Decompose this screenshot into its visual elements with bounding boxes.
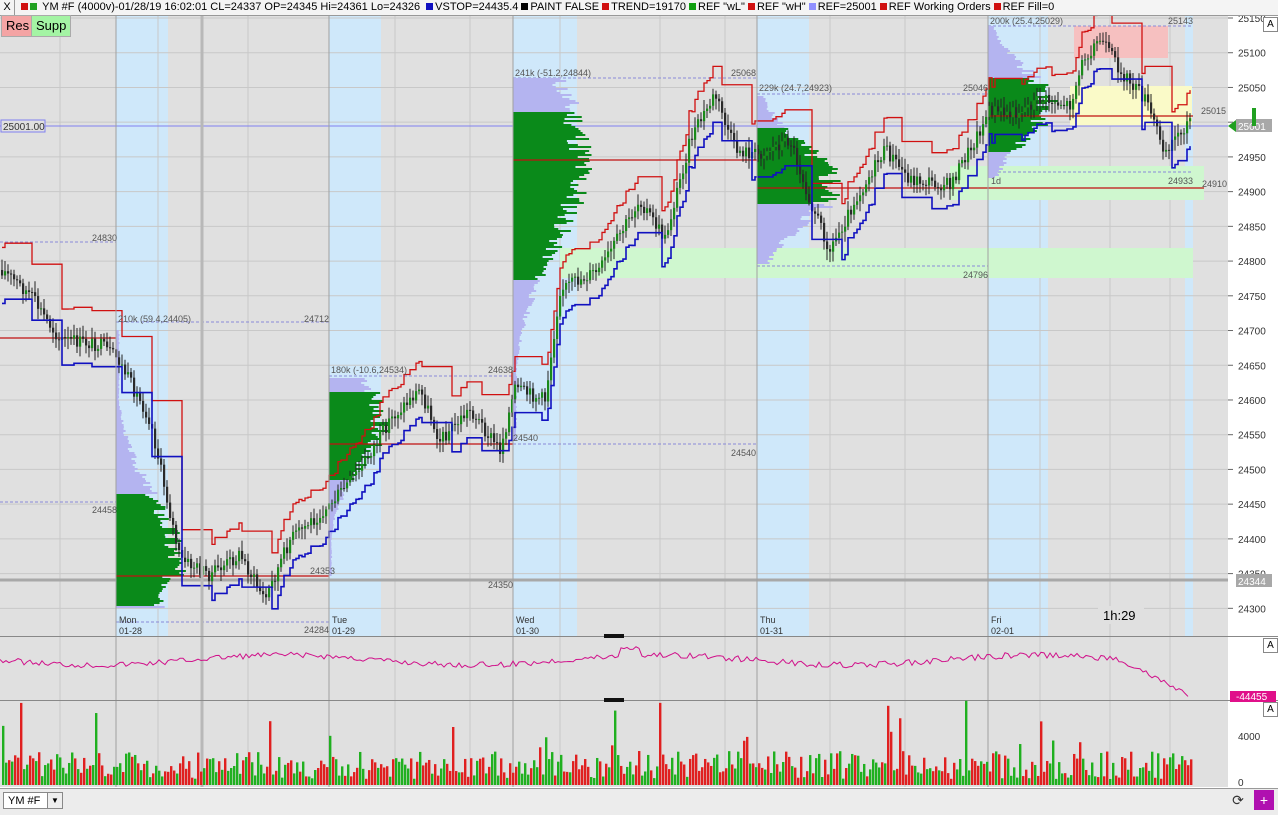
price-tick-label: 24450 bbox=[1238, 500, 1266, 511]
indicator-legend: VSTOP=24435.4 PAINT FALSE TREND=19170 REF "… bbox=[423, 0, 1054, 15]
svg-text:01-29: 01-29 bbox=[332, 626, 355, 636]
plus-icon[interactable]: + bbox=[1254, 790, 1274, 810]
svg-text:Thu: Thu bbox=[760, 615, 776, 625]
svg-text:01-31: 01-31 bbox=[760, 626, 783, 636]
legend-swatch-icon bbox=[602, 3, 610, 10]
svg-text:Fri: Fri bbox=[991, 615, 1002, 625]
panel-divider[interactable] bbox=[0, 700, 1278, 701]
level-label: 1d bbox=[991, 176, 1001, 186]
price-tick-label: 24850 bbox=[1238, 222, 1266, 233]
price-tick-label: 24400 bbox=[1238, 535, 1266, 546]
level-label: 24540 bbox=[731, 448, 756, 458]
chart-canvas[interactable]: 210k (59.4,24405) 180k (-10.6,24534) 241… bbox=[0, 0, 1278, 814]
svg-text:Mon: Mon bbox=[119, 615, 137, 625]
level-label: 24712 bbox=[304, 314, 329, 324]
legend-swatch-icon bbox=[521, 3, 529, 10]
close-icon[interactable]: X bbox=[0, 0, 15, 15]
legend-swatch-icon bbox=[426, 3, 434, 10]
ref-price-label: 25001.00 bbox=[3, 122, 45, 133]
support-zone-lower bbox=[560, 248, 1193, 278]
legend-swatch-icon bbox=[879, 3, 887, 10]
legend-swatch-icon bbox=[747, 3, 755, 10]
legend-swatch-icon bbox=[808, 3, 816, 10]
price-tick-label: 25050 bbox=[1238, 83, 1266, 94]
price-tick-label: 24750 bbox=[1238, 292, 1266, 303]
last-volume-mark bbox=[1252, 108, 1256, 126]
level-label: 24458 bbox=[92, 505, 117, 515]
svg-text:01-28: 01-28 bbox=[119, 626, 142, 636]
svg-text:01-30: 01-30 bbox=[516, 626, 539, 636]
volume-scale-button[interactable]: A bbox=[1263, 702, 1278, 717]
color-swatch-icon bbox=[21, 3, 29, 10]
profile-label: 180k (-10.6,24534) bbox=[331, 365, 407, 375]
legend-item: PAINT FALSE bbox=[530, 1, 600, 13]
price-tick-label: 24300 bbox=[1238, 604, 1266, 615]
level-label: 24540 bbox=[513, 433, 538, 443]
legend-swatch-icon bbox=[689, 3, 697, 10]
level-label: 25046 bbox=[963, 83, 988, 93]
splitter-handle[interactable] bbox=[604, 634, 624, 638]
legend-item: REF=25001 bbox=[817, 1, 877, 13]
level-label: 25068 bbox=[731, 68, 756, 78]
legend-item: REF "wL" bbox=[698, 1, 745, 13]
price-tick-label: 24700 bbox=[1238, 327, 1266, 338]
legend-item: REF Working Orders bbox=[888, 1, 991, 13]
legend-item: VSTOP=24435.4 bbox=[435, 1, 519, 13]
symbol-info: YM #F (4000v)-01/28/19 16:02:01 CL=24337… bbox=[42, 1, 421, 13]
legend-item: REF "wH" bbox=[756, 1, 806, 13]
supp-button[interactable]: Supp bbox=[31, 15, 72, 37]
panel-divider[interactable] bbox=[0, 636, 1278, 637]
profile-label: 229k (24.7,24923) bbox=[759, 83, 832, 93]
level-label: 24353 bbox=[310, 566, 335, 576]
level-label: 25015 bbox=[1201, 106, 1226, 116]
price-scale-button[interactable]: A bbox=[1263, 17, 1278, 32]
level-label: 25143 bbox=[1168, 16, 1193, 26]
price-tick-label: 24950 bbox=[1238, 153, 1266, 164]
price-tick-label: 24550 bbox=[1238, 431, 1266, 442]
profile-label: 210k (59.4,24405) bbox=[118, 314, 191, 324]
legend-item: TREND=19170 bbox=[611, 1, 687, 13]
chart-header: X YM #F (4000v)-01/28/19 16:02:01 CL=243… bbox=[0, 0, 1278, 16]
price-tick-label: 24800 bbox=[1238, 257, 1266, 268]
legend-swatch-icon bbox=[993, 3, 1001, 10]
price-tick-label: 24650 bbox=[1238, 361, 1266, 372]
level-label: 24796 bbox=[963, 270, 988, 280]
level-label: 24933 bbox=[1168, 176, 1193, 186]
res-button[interactable]: Res bbox=[1, 15, 35, 37]
level-label: 24350 bbox=[488, 580, 513, 590]
color-swatch-icon bbox=[30, 3, 38, 10]
indicator-scale-button[interactable]: A bbox=[1263, 638, 1278, 653]
price-tick-label: 24600 bbox=[1238, 396, 1266, 407]
svg-text:Tue: Tue bbox=[332, 615, 347, 625]
level-label: 24284 bbox=[304, 625, 329, 635]
refresh-icon[interactable]: ⟳ bbox=[1228, 790, 1248, 810]
low-marker-label: 24344 bbox=[1238, 577, 1266, 588]
level-label: 24830 bbox=[92, 233, 117, 243]
bar-timer: 1h:29 bbox=[1103, 608, 1136, 623]
symbol-select[interactable]: YM #F ▼ bbox=[3, 792, 63, 809]
bottom-toolbar bbox=[0, 788, 1278, 815]
volume-axis-label: 4000 bbox=[1238, 732, 1261, 743]
level-label: 24910 bbox=[1202, 179, 1227, 189]
svg-text:Wed: Wed bbox=[516, 615, 534, 625]
chevron-down-icon[interactable]: ▼ bbox=[47, 793, 62, 808]
price-tick-label: 24500 bbox=[1238, 465, 1266, 476]
price-tick-label: 24900 bbox=[1238, 188, 1266, 199]
splitter-handle[interactable] bbox=[604, 698, 624, 702]
symbol-select-value: YM #F bbox=[8, 795, 41, 807]
indicator-panel-bg bbox=[0, 637, 1228, 700]
price-tick-label: 25100 bbox=[1238, 49, 1266, 60]
profile-label: 200k (25.4,25029) bbox=[990, 16, 1063, 26]
profile-label: 241k (-51.2,24844) bbox=[515, 68, 591, 78]
level-label: 24638 bbox=[488, 365, 513, 375]
legend-item: REF Fill=0 bbox=[1002, 1, 1055, 13]
value-zone bbox=[1070, 86, 1192, 126]
svg-text:02-01: 02-01 bbox=[991, 626, 1014, 636]
